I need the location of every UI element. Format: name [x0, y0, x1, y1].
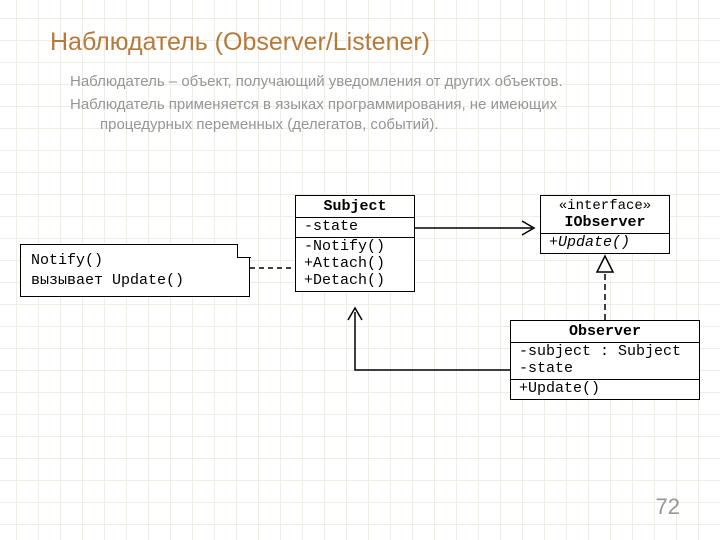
uml-class-observer: Observer -subject : Subject -state +Upda…: [510, 320, 700, 400]
subject-op-1: +Attach(): [304, 255, 406, 272]
note-fold-icon: [237, 244, 251, 258]
subject-ops: -Notify() +Attach() +Detach(): [296, 237, 414, 291]
note-line1: Notify(): [31, 252, 103, 269]
slide-title: Наблюдатель (Observer/Listener): [50, 28, 430, 57]
observer-ops: +Update(): [511, 379, 699, 399]
subject-attrs: -state: [296, 218, 414, 237]
iobserver-header: «interface» IObserver: [541, 196, 669, 234]
observer-name: Observer: [511, 321, 699, 343]
page-number: 72: [656, 494, 680, 520]
subject-attr-0: -state: [304, 218, 406, 235]
observer-attr-1: -state: [519, 360, 691, 377]
iobserver-stereotype: «interface»: [549, 198, 661, 214]
observer-op-0: +Update(): [519, 380, 691, 397]
iobserver-name: IObserver: [564, 214, 645, 231]
subject-op-2: +Detach(): [304, 272, 406, 289]
note-line2: вызывает Update(): [31, 272, 184, 289]
uml-interface-iobserver: «interface» IObserver +Update(): [540, 195, 670, 254]
paragraph-2-line2: процедурных переменных (делегатов, событ…: [70, 115, 670, 135]
uml-note: Notify() вызывает Update(): [20, 244, 250, 297]
paragraph-2: Наблюдатель применяется в языках програм…: [70, 95, 670, 136]
subject-op-0: -Notify(): [304, 238, 406, 255]
subject-name: Subject: [296, 196, 414, 218]
observer-attrs: -subject : Subject -state: [511, 343, 699, 379]
paragraph-2-line1: Наблюдатель применяется в языках програм…: [70, 96, 557, 113]
iobserver-ops: +Update(): [541, 234, 669, 253]
observer-attr-0: -subject : Subject: [519, 343, 691, 360]
iobserver-op-0: +Update(): [549, 234, 661, 251]
uml-class-subject: Subject -state -Notify() +Attach() +Deta…: [295, 195, 415, 292]
paragraph-1: Наблюдатель – объект, получающий уведомл…: [70, 72, 670, 92]
